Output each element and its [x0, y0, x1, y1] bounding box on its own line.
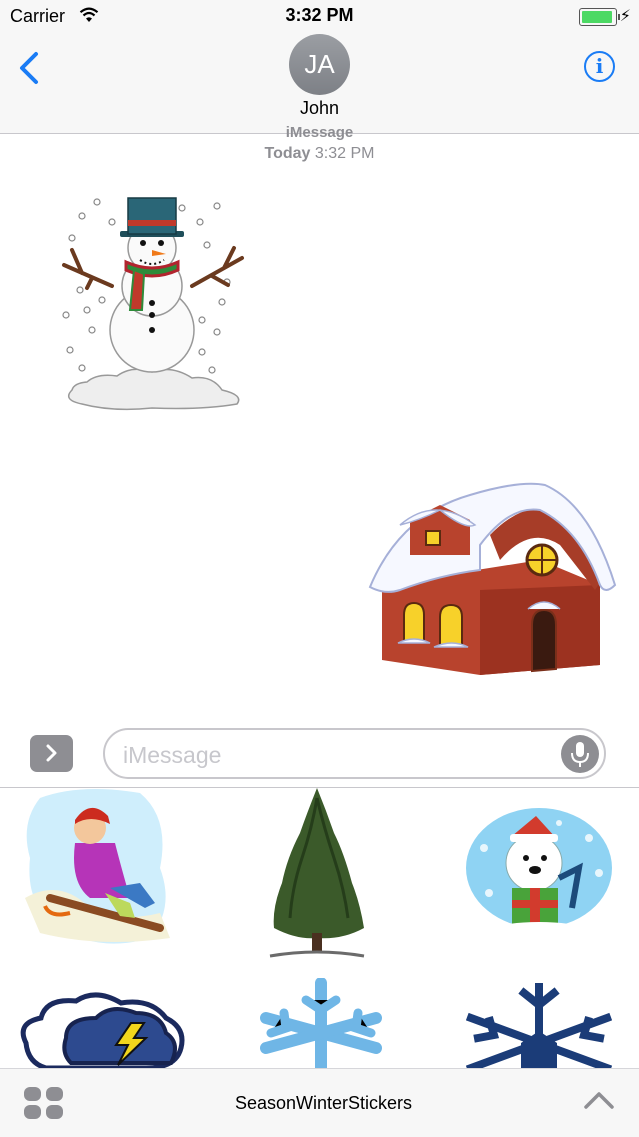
sticker-drawer [0, 788, 639, 1068]
message-timestamp: Today 3:32 PM [0, 145, 639, 163]
microphone-icon [571, 742, 589, 767]
charging-bolt-icon: ⚡ [619, 8, 631, 25]
service-label: iMessage [285, 124, 354, 141]
pine-tree-sticker[interactable] [262, 788, 372, 958]
message-input[interactable]: iMessage [103, 728, 606, 779]
timestamp-day: Today [264, 145, 311, 162]
message-input-placeholder: iMessage [123, 742, 222, 768]
conversation-header: JA John i [0, 34, 639, 134]
sticker-app-bar: SeasonWinterStickers [0, 1068, 639, 1137]
storm-cloud-lightning-sticker[interactable] [16, 983, 186, 1068]
light-blue-snowflake-sticker[interactable] [256, 978, 386, 1068]
microphone-button[interactable] [561, 735, 599, 773]
chevron-right-icon [46, 744, 56, 762]
back-chevron-icon[interactable] [14, 50, 44, 86]
expand-apps-button[interactable] [30, 735, 73, 772]
snowman-sticker[interactable] [52, 190, 252, 415]
child-sledding-sticker[interactable] [20, 788, 178, 948]
status-bar: Carrier 3:32 PM ⚡ [0, 0, 639, 34]
timestamp-time: 3:32 PM [314, 145, 375, 162]
snowy-house-sticker[interactable] [360, 475, 620, 680]
contact-name[interactable]: John [0, 98, 639, 119]
status-time: 3:32 PM [285, 5, 354, 25]
polar-bear-present-sticker[interactable] [464, 808, 614, 938]
sticker-pack-name: SeasonWinterStickers [234, 1093, 413, 1113]
navy-snowflake-sticker[interactable] [466, 983, 612, 1068]
battery-icon [579, 8, 620, 26]
chevron-up-icon[interactable] [583, 1089, 615, 1111]
contact-avatar[interactable]: JA [289, 34, 350, 95]
info-icon[interactable]: i [584, 51, 615, 82]
compose-bar: iMessage [0, 722, 639, 788]
